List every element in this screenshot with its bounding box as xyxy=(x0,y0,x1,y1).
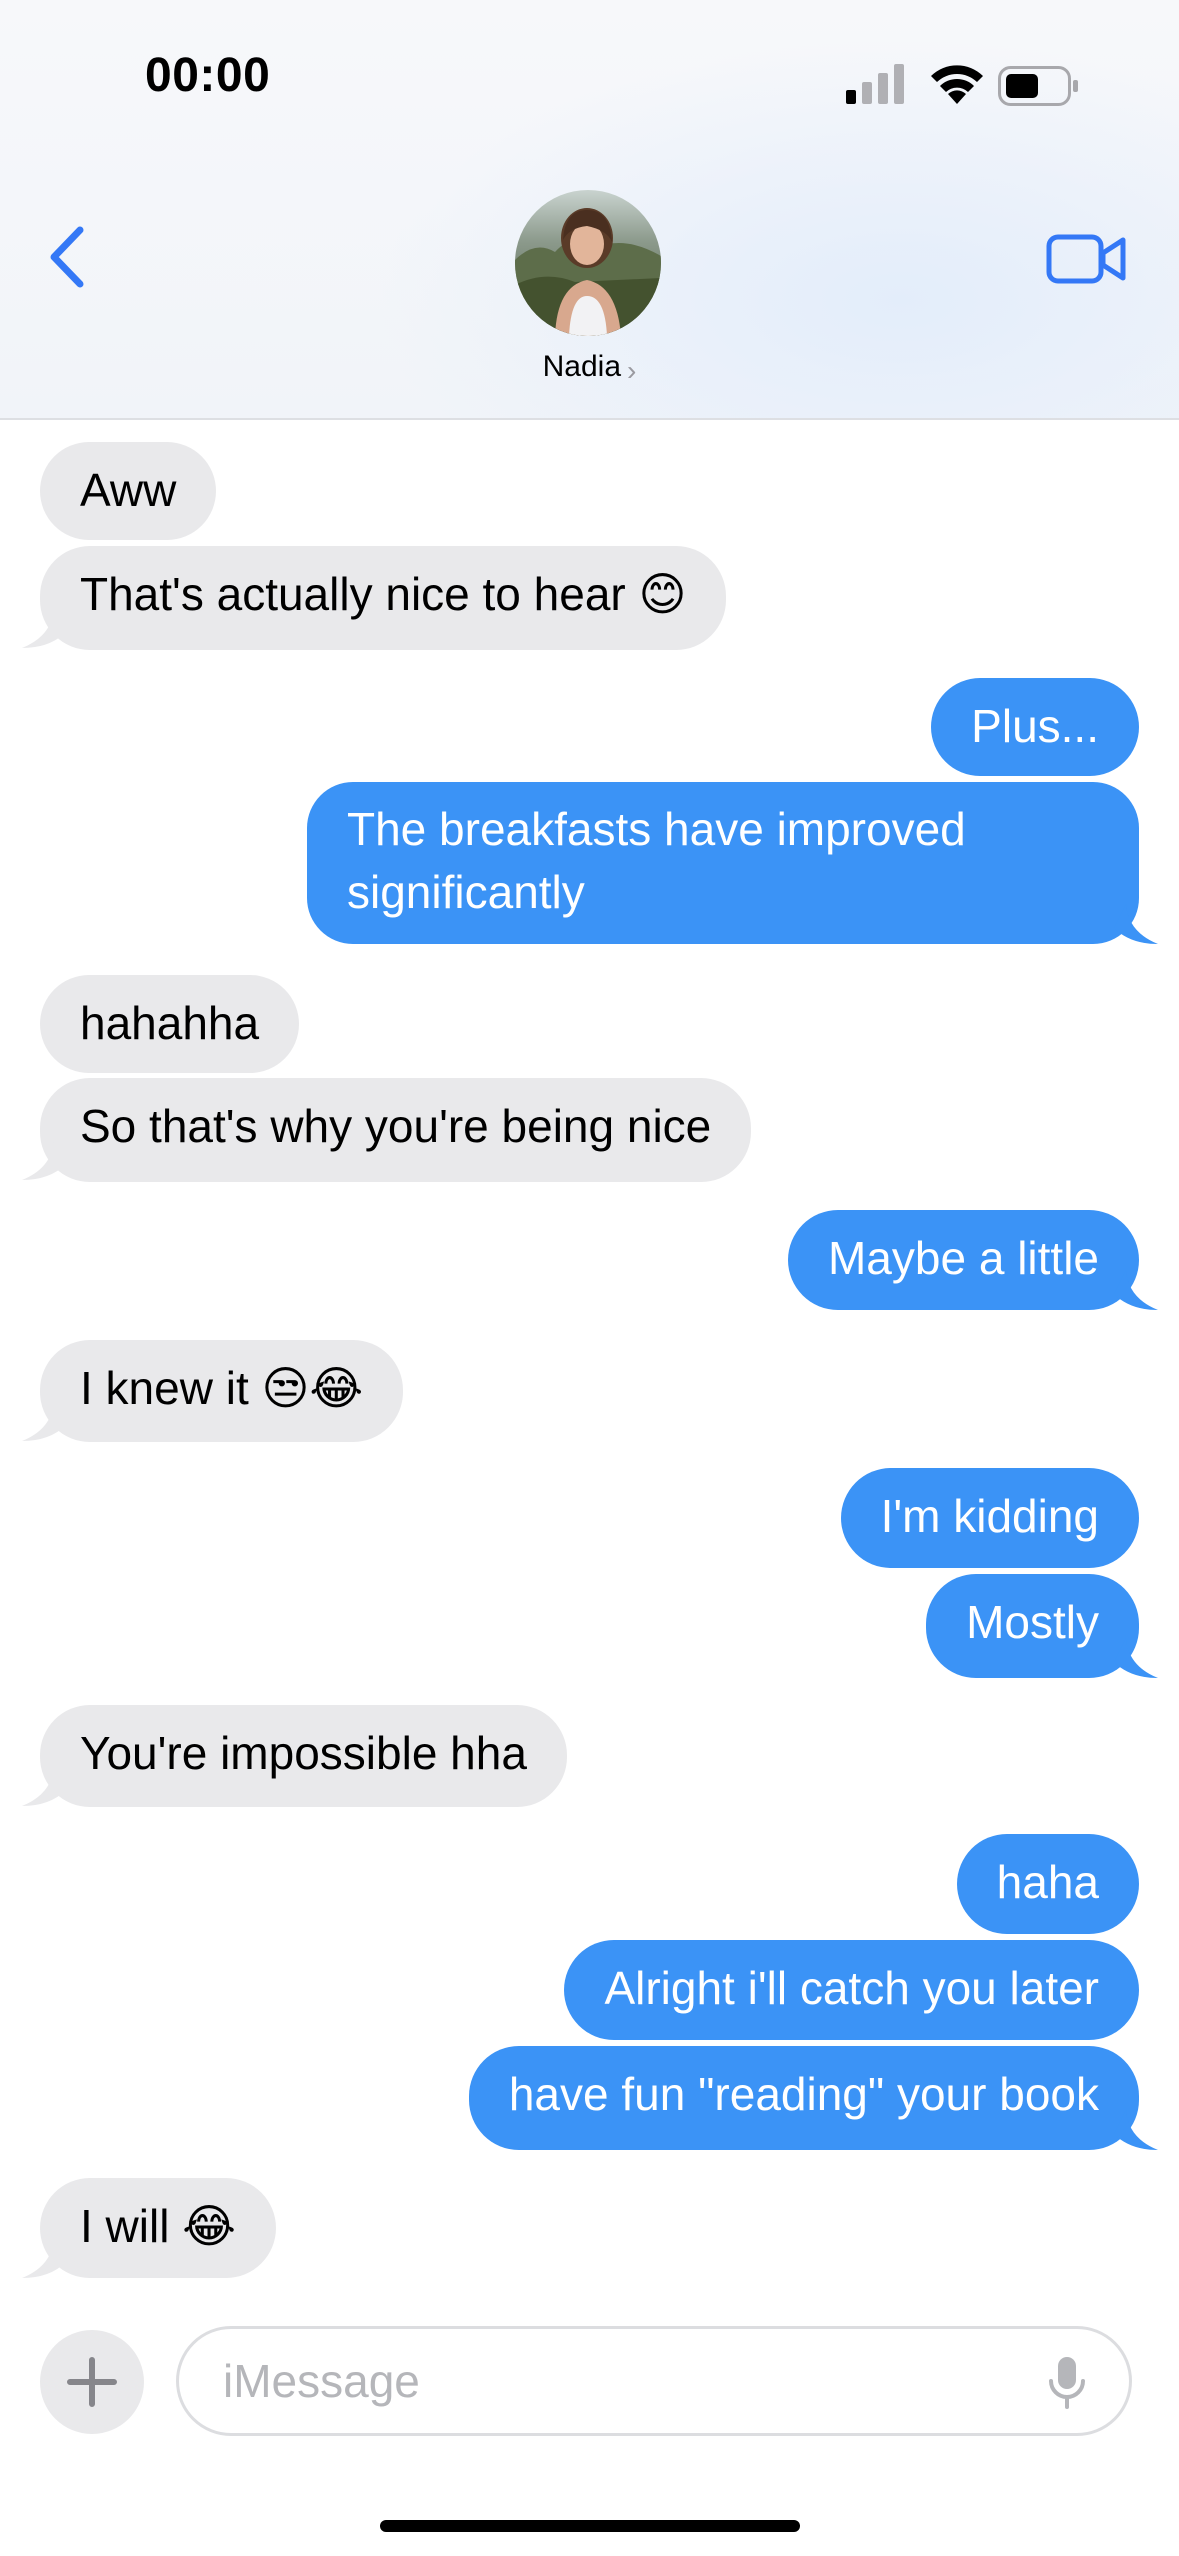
incoming-message[interactable]: So that's why you're being nice xyxy=(40,1078,752,1182)
cellular-signal-icon xyxy=(846,64,904,104)
outgoing-message[interactable]: Plus... xyxy=(931,678,1139,776)
contact-name: Nadia xyxy=(542,350,622,383)
contact-avatar[interactable] xyxy=(515,190,661,336)
microphone-icon[interactable] xyxy=(1047,2355,1087,2411)
incoming-message[interactable]: Aww xyxy=(40,442,217,540)
incoming-message[interactable]: I will 😂 xyxy=(40,2178,276,2278)
outgoing-message[interactable]: Maybe a little xyxy=(787,1210,1139,1310)
bubble-tail xyxy=(22,2238,66,2278)
incoming-message[interactable]: You're impossible hha xyxy=(40,1705,567,1807)
outgoing-message[interactable]: Alright i'll catch you later xyxy=(564,1940,1139,2040)
bubble-tail xyxy=(22,1401,66,1441)
message-input-placeholder: iMessage xyxy=(223,2355,420,2407)
message-input[interactable]: iMessage xyxy=(176,2326,1132,2436)
back-button[interactable] xyxy=(42,222,102,292)
bubble-tail xyxy=(22,1766,66,1806)
outgoing-message[interactable]: haha xyxy=(956,1834,1139,1934)
incoming-message[interactable]: That's actually nice to hear 😊 xyxy=(40,546,727,650)
avatar-photo xyxy=(515,190,661,336)
chevron-left-icon xyxy=(50,226,84,288)
contact-name-button[interactable]: Nadia › xyxy=(0,350,1179,386)
battery-icon xyxy=(998,66,1078,106)
incoming-message[interactable]: I knew it 😒😂 xyxy=(40,1340,404,1442)
bubble-tail xyxy=(22,608,66,648)
bubble-tail xyxy=(1114,1270,1158,1310)
plus-icon xyxy=(67,2357,117,2407)
outgoing-message[interactable]: I'm kidding xyxy=(840,1468,1139,1568)
outgoing-message[interactable]: The breakfasts have improved significant… xyxy=(307,782,1139,944)
outgoing-message[interactable]: Mostly xyxy=(926,1574,1139,1678)
incoming-message[interactable]: hahahha xyxy=(40,975,300,1073)
bubble-tail xyxy=(1114,1638,1158,1678)
home-indicator[interactable] xyxy=(380,2520,800,2532)
bubble-tail xyxy=(1114,904,1158,944)
chevron-right-icon: › xyxy=(627,355,637,386)
messages-screen: 00:00 Nadia › Aww That's actually nice t… xyxy=(0,0,1179,2556)
bubble-tail xyxy=(1114,2110,1158,2150)
facetime-video-button[interactable] xyxy=(1046,232,1128,286)
conversation-header: 00:00 Nadia › xyxy=(0,0,1179,420)
apps-plus-button[interactable] xyxy=(40,2330,144,2434)
outgoing-message[interactable]: have fun "reading" your book xyxy=(468,2046,1139,2150)
wifi-icon xyxy=(931,65,983,104)
bubble-tail xyxy=(22,1140,66,1180)
video-camera-icon xyxy=(1046,234,1126,284)
status-time: 00:00 xyxy=(145,49,271,102)
